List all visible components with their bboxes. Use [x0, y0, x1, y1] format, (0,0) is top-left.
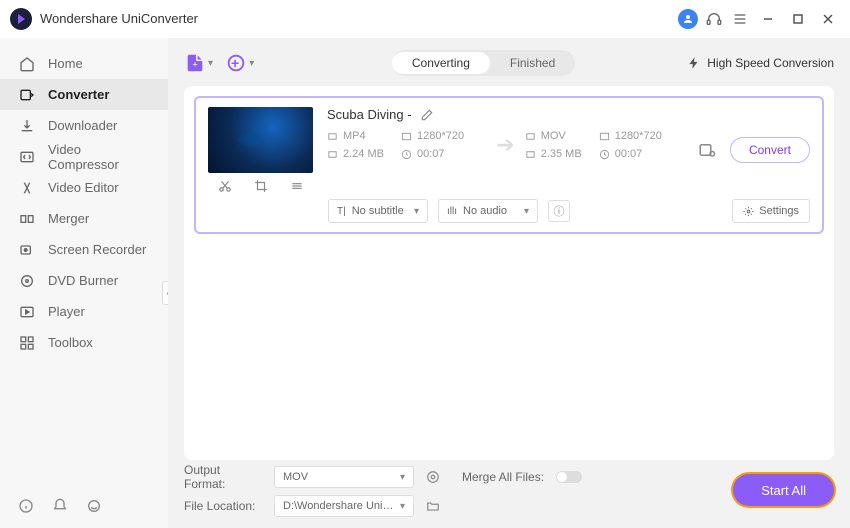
output-format-label: Output Format: — [184, 463, 262, 491]
sidebar-item-compressor[interactable]: Video Compressor — [0, 141, 168, 172]
audio-select[interactable]: ıllı No audio ▾ — [438, 199, 538, 223]
sidebar-item-label: Converter — [48, 87, 109, 102]
content-area: + ▾ + ▾ Converting Finished High Speed C… — [168, 38, 850, 528]
info-button[interactable]: ⓘ — [548, 200, 570, 222]
start-all-button[interactable]: Start All — [733, 474, 834, 506]
video-thumbnail[interactable] — [208, 107, 313, 173]
sidebar-item-label: Home — [48, 56, 83, 71]
user-avatar[interactable] — [678, 9, 698, 29]
file-name: Scuba Diving - — [327, 107, 412, 122]
toolbox-icon — [18, 334, 36, 352]
menu-icon[interactable] — [730, 9, 750, 29]
sidebar-item-label: Toolbox — [48, 335, 93, 350]
toolbar: + ▾ + ▾ Converting Finished High Speed C… — [184, 50, 834, 76]
merge-label: Merge All Files: — [462, 470, 544, 484]
app-logo — [10, 8, 32, 30]
sidebar-item-label: Player — [48, 304, 85, 319]
arrow-icon: ➔ — [496, 132, 514, 158]
headset-icon[interactable] — [704, 9, 724, 29]
output-format-select[interactable]: MOV ▾ — [274, 466, 414, 488]
sidebar-item-recorder[interactable]: Screen Recorder — [0, 234, 168, 265]
close-button[interactable] — [820, 11, 836, 27]
sidebar-item-label: Screen Recorder — [48, 242, 146, 257]
sidebar-item-label: Video Compressor — [48, 142, 150, 172]
sidebar-item-editor[interactable]: Video Editor — [0, 172, 168, 203]
file-location-label: File Location: — [184, 499, 262, 513]
info-icon[interactable] — [18, 498, 34, 514]
feedback-icon[interactable] — [86, 498, 102, 514]
app-title: Wondershare UniConverter — [40, 11, 198, 26]
tab-group: Converting Finished — [392, 50, 575, 76]
home-icon — [18, 55, 36, 73]
sidebar-item-converter[interactable]: Converter — [0, 79, 168, 110]
sidebar-item-label: Video Editor — [48, 180, 119, 195]
titlebar: Wondershare UniConverter — [0, 0, 850, 38]
dvd-icon — [18, 272, 36, 290]
recorder-icon — [18, 241, 36, 259]
editor-icon — [18, 179, 36, 197]
maximize-button[interactable] — [790, 11, 806, 27]
footer: Output Format: MOV ▾ Merge All Files: Fi… — [184, 460, 834, 516]
add-file-button[interactable]: + ▾ — [184, 52, 213, 74]
sidebar-item-merger[interactable]: Merger — [0, 203, 168, 234]
sidebar-item-dvd[interactable]: DVD Burner — [0, 265, 168, 296]
sidebar-item-downloader[interactable]: Downloader — [0, 110, 168, 141]
converter-icon — [18, 86, 36, 104]
compressor-icon — [18, 148, 36, 166]
downloader-icon — [18, 117, 36, 135]
sidebar-item-player[interactable]: Player — [0, 296, 168, 327]
edit-name-icon[interactable] — [420, 108, 434, 122]
sidebar-item-label: Merger — [48, 211, 89, 226]
merger-icon — [18, 210, 36, 228]
subtitle-select[interactable]: T| No subtitle ▾ — [328, 199, 428, 223]
sidebar-item-toolbox[interactable]: Toolbox — [0, 327, 168, 358]
output-settings-icon[interactable] — [698, 141, 716, 159]
sidebar-item-label: DVD Burner — [48, 273, 118, 288]
tab-converting[interactable]: Converting — [392, 52, 490, 74]
format-settings-icon[interactable] — [426, 470, 440, 484]
player-icon — [18, 303, 36, 321]
more-icon[interactable] — [290, 179, 304, 193]
convert-button[interactable]: Convert — [730, 137, 810, 163]
file-card: Scuba Diving - MP4 1280*720 2.24 MB — [194, 96, 824, 234]
open-folder-icon[interactable] — [426, 499, 440, 513]
svg-text:+: + — [192, 60, 197, 70]
sidebar: Home Converter Downloader Video Compress… — [0, 38, 168, 528]
minimize-button[interactable] — [760, 11, 776, 27]
settings-button[interactable]: Settings — [732, 199, 810, 223]
crop-icon[interactable] — [254, 179, 268, 193]
bell-icon[interactable] — [52, 498, 68, 514]
high-speed-toggle[interactable]: High Speed Conversion — [687, 56, 834, 70]
merge-toggle[interactable] — [556, 471, 582, 483]
file-location-select[interactable]: D:\Wondershare UniConverter ▾ — [274, 495, 414, 517]
sidebar-item-label: Downloader — [48, 118, 117, 133]
tab-finished[interactable]: Finished — [490, 52, 575, 74]
add-url-button[interactable]: + ▾ — [225, 52, 254, 74]
sidebar-item-home[interactable]: Home — [0, 48, 168, 79]
cut-icon[interactable] — [218, 179, 232, 193]
